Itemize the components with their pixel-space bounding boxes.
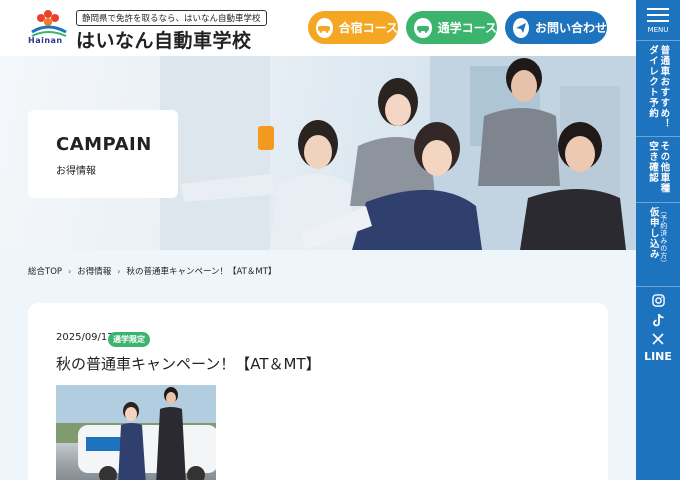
camp-course-label: 合宿コース: [338, 21, 398, 35]
post-title: 秋の普通車キャンペーン！【AT＆MT】: [56, 355, 321, 373]
side-nav: MENU 普通車おすすめ！ダイレクト予約 その他車種空き確認 仮申し込み （予約…: [636, 0, 680, 480]
car-icon: [316, 17, 333, 38]
site-header: Hainan 静岡県で免許を取るなら、はいなん自動車学校 はいなん自動車学校 合…: [0, 0, 636, 56]
school-name[interactable]: はいなん自動車学校: [76, 26, 252, 53]
social-links: LINE: [636, 286, 680, 363]
hamburger-icon-bar: [647, 20, 669, 22]
instagram-icon[interactable]: [651, 291, 665, 310]
commute-course-label: 通学コース: [437, 21, 497, 35]
contact-label: お問い合わせ: [534, 21, 607, 35]
menu-button[interactable]: MENU: [636, 0, 680, 40]
menu-label: MENU: [647, 26, 669, 34]
logo-text: Hainan: [28, 36, 63, 45]
paper-plane-icon: [513, 17, 529, 38]
hamburger-icon: [647, 8, 669, 10]
provisional-application-label: 仮申し込み: [647, 207, 659, 260]
contact-button[interactable]: お問い合わせ: [505, 11, 607, 44]
chevron-right-icon: ›: [68, 266, 72, 276]
direct-reservation-link[interactable]: 普通車おすすめ！ダイレクト予約: [636, 40, 680, 136]
x-icon[interactable]: [652, 329, 664, 348]
tagline: 静岡県で免許を取るなら、はいなん自動車学校: [76, 10, 267, 26]
post-thumbnail[interactable]: [56, 385, 216, 480]
other-vehicle-link[interactable]: その他車種空き確認: [636, 136, 680, 202]
breadcrumb: 総合TOP › お得情報 › 秋の普通車キャンペーン！【AT＆MT】: [28, 265, 277, 278]
category-badge: 通学限定: [108, 332, 150, 347]
car-icon: [414, 17, 432, 38]
hero-title: CAMPAIN: [56, 134, 152, 155]
provisional-application-note: （予約済みの方）: [659, 207, 668, 267]
hero-title-box: CAMPAIN お得情報: [28, 110, 178, 198]
breadcrumb-current: 秋の普通車キャンペーン！【AT＆MT】: [126, 267, 277, 277]
hamburger-icon-bar: [647, 14, 669, 16]
breadcrumb-top-link[interactable]: 総合TOP: [28, 265, 62, 277]
post-card: 2025/09/17 通学限定 秋の普通車キャンペーン！【AT＆MT】: [28, 303, 608, 480]
post-date: 2025/09/17: [56, 332, 114, 343]
direct-reservation-label: 普通車おすすめ！ダイレクト予約: [647, 45, 670, 129]
line-link[interactable]: LINE: [644, 350, 672, 363]
breadcrumb-campaign-link[interactable]: お得情報: [77, 265, 111, 277]
chevron-right-icon: ›: [117, 266, 121, 276]
hero-banner: CAMPAIN お得情報: [0, 56, 636, 250]
other-vehicle-label: その他車種空き確認: [647, 141, 670, 194]
camp-course-button[interactable]: 合宿コース: [308, 11, 398, 44]
hero-subtitle: お得情報: [56, 166, 96, 177]
commute-course-button[interactable]: 通学コース: [406, 11, 497, 44]
provisional-application-link[interactable]: 仮申し込み （予約済みの方）: [636, 202, 680, 286]
tiktok-icon[interactable]: [652, 310, 665, 329]
